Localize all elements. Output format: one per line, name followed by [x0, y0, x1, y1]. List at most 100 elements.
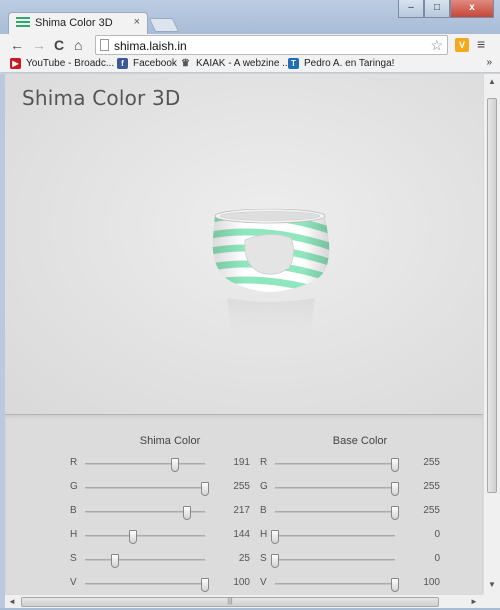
- horizontal-scrollbar[interactable]: ◄ ||| ►: [5, 594, 483, 608]
- vertical-scroll-thumb[interactable]: [487, 98, 497, 493]
- page-title: Shima Color 3D: [22, 86, 181, 110]
- tab-title: Shima Color 3D: [35, 17, 113, 29]
- slider-thumb[interactable]: [170, 458, 179, 472]
- slider-thumb[interactable]: [391, 578, 399, 592]
- maximize-button[interactable]: □: [424, 0, 450, 18]
- base-slider-row-b: B 255: [260, 505, 440, 529]
- close-window-button[interactable]: x: [450, 0, 494, 18]
- browser-tab[interactable]: Shima Color 3D ×: [8, 12, 148, 34]
- bookmarks-overflow-icon[interactable]: »: [486, 57, 492, 68]
- shima-s-slider[interactable]: [85, 554, 205, 568]
- slider-thumb[interactable]: [391, 506, 399, 520]
- shima-color-title: Shima Color: [139, 435, 201, 447]
- base-color-group: Base Color R 255 G 255 B 255 H 0 S 0 V 100: [260, 435, 440, 594]
- scroll-right-icon[interactable]: ►: [467, 595, 481, 609]
- shima-g-slider[interactable]: [85, 482, 209, 496]
- base-slider-rows: R 255 G 255 B 255 H 0 S 0 V 100: [260, 457, 440, 594]
- slider-thumb[interactable]: [391, 458, 399, 472]
- color-controls-panel: Shima Color R 191 G 255 B 217 H 144 S 25 V 100 Base…: [5, 414, 483, 594]
- new-tab-button[interactable]: [148, 18, 180, 32]
- vertical-scrollbar[interactable]: ▲ ▼: [483, 74, 500, 594]
- tab-close-icon[interactable]: ×: [134, 16, 140, 28]
- youtube-icon: ▶: [10, 58, 21, 69]
- browser-toolbar: ← → C ⌂ shima.laish.in ☆ V ≡: [0, 34, 500, 56]
- facebook-icon: f: [117, 58, 128, 69]
- slider-value: 25: [238, 553, 250, 564]
- slider-thumb[interactable]: [183, 506, 192, 520]
- shima-slider-row-r: R 191: [70, 457, 250, 481]
- address-bar[interactable]: shima.laish.in ☆: [95, 35, 448, 55]
- slider-thumb[interactable]: [271, 530, 279, 544]
- scroll-left-icon[interactable]: ◄: [5, 595, 19, 609]
- slider-label: G: [70, 481, 78, 492]
- slider-thumb[interactable]: [201, 482, 209, 496]
- shima-b-slider[interactable]: [85, 506, 205, 520]
- base-slider-row-g: G 255: [260, 481, 440, 505]
- shima-h-slider[interactable]: [85, 530, 205, 544]
- base-slider-row-h: H0: [260, 529, 440, 553]
- minimize-button[interactable]: –: [398, 0, 424, 18]
- shima-slider-row-s: S 25: [70, 553, 250, 577]
- base-slider-row-r: R 255: [260, 457, 440, 481]
- base-s-slider[interactable]: [271, 554, 395, 568]
- slider-label: S: [260, 553, 267, 564]
- slider-value: 0: [434, 553, 440, 564]
- bookmark-label: Facebook: [133, 58, 177, 69]
- slider-label: V: [70, 577, 77, 588]
- slider-thumb[interactable]: [271, 554, 279, 568]
- forward-button[interactable]: →: [32, 37, 46, 53]
- bookmark-label: YouTube - Broadc...: [26, 58, 115, 69]
- extension-icon[interactable]: V: [455, 38, 469, 52]
- bookmark-kaiak[interactable]: ♛ KAIAK - A webzine ...: [180, 58, 291, 69]
- slider-label: B: [260, 505, 267, 516]
- base-r-slider[interactable]: [275, 458, 399, 472]
- bookmark-label: KAIAK - A webzine ...: [196, 58, 291, 69]
- base-slider-row-s: S0: [260, 553, 440, 577]
- base-color-title: Base Color: [332, 435, 388, 447]
- bookmark-star-icon[interactable]: ☆: [430, 37, 443, 54]
- slider-thumb[interactable]: [111, 554, 119, 568]
- slider-label: B: [70, 505, 77, 516]
- slider-thumb[interactable]: [201, 578, 209, 592]
- slider-value: 100: [423, 577, 440, 588]
- ring-reflection: [227, 298, 315, 347]
- slider-label: R: [260, 457, 268, 468]
- slider-label: H: [260, 529, 268, 540]
- tab-favicon-icon: [16, 17, 30, 29]
- render-stage[interactable]: Shima Color 3D: [5, 74, 483, 414]
- bookmark-facebook[interactable]: f Facebook: [117, 58, 177, 69]
- base-v-slider[interactable]: [275, 578, 399, 592]
- ring-3d-model[interactable]: [205, 202, 335, 382]
- base-h-slider[interactable]: [271, 530, 395, 544]
- base-g-slider[interactable]: [275, 482, 399, 496]
- base-slider-row-v: V 100: [260, 577, 440, 594]
- shima-slider-row-b: B 217: [70, 505, 250, 529]
- page-viewport: Shima Color 3D Shima Color R 191 G 255 B…: [5, 74, 483, 594]
- shima-r-slider[interactable]: [85, 458, 205, 472]
- slider-thumb[interactable]: [129, 530, 137, 544]
- crown-icon: ♛: [181, 58, 190, 69]
- reload-button[interactable]: C: [54, 37, 64, 53]
- bookmark-youtube[interactable]: ▶ YouTube - Broadc...: [10, 58, 114, 69]
- url-text[interactable]: shima.laish.in: [114, 39, 187, 53]
- shima-slider-rows: R 191 G 255 B 217 H 144 S 25 V 100: [70, 457, 250, 594]
- shima-slider-row-h: H 144: [70, 529, 250, 553]
- page-icon: [100, 39, 109, 51]
- window-controls: – □ x: [398, 0, 494, 18]
- scroll-up-icon[interactable]: ▲: [484, 74, 500, 90]
- shima-v-slider[interactable]: [85, 578, 209, 592]
- horizontal-scroll-thumb[interactable]: |||: [21, 597, 439, 607]
- taringa-icon: T: [288, 58, 299, 69]
- slider-label: V: [260, 577, 267, 588]
- slider-value: 255: [423, 505, 440, 516]
- base-b-slider[interactable]: [275, 506, 399, 520]
- slider-value: 255: [423, 481, 440, 492]
- home-button[interactable]: ⌂: [74, 37, 82, 53]
- window-titlebar: Shima Color 3D × – □ x: [0, 0, 500, 34]
- scroll-down-icon[interactable]: ▼: [484, 577, 500, 593]
- browser-menu-icon[interactable]: ≡: [477, 36, 485, 52]
- bookmarks-bar: ▶ YouTube - Broadc... f Facebook ♛ KAIAK…: [0, 56, 500, 73]
- slider-thumb[interactable]: [391, 482, 399, 496]
- back-button[interactable]: ←: [10, 37, 24, 53]
- bookmark-taringa[interactable]: T Pedro A. en Taringa!: [288, 58, 394, 69]
